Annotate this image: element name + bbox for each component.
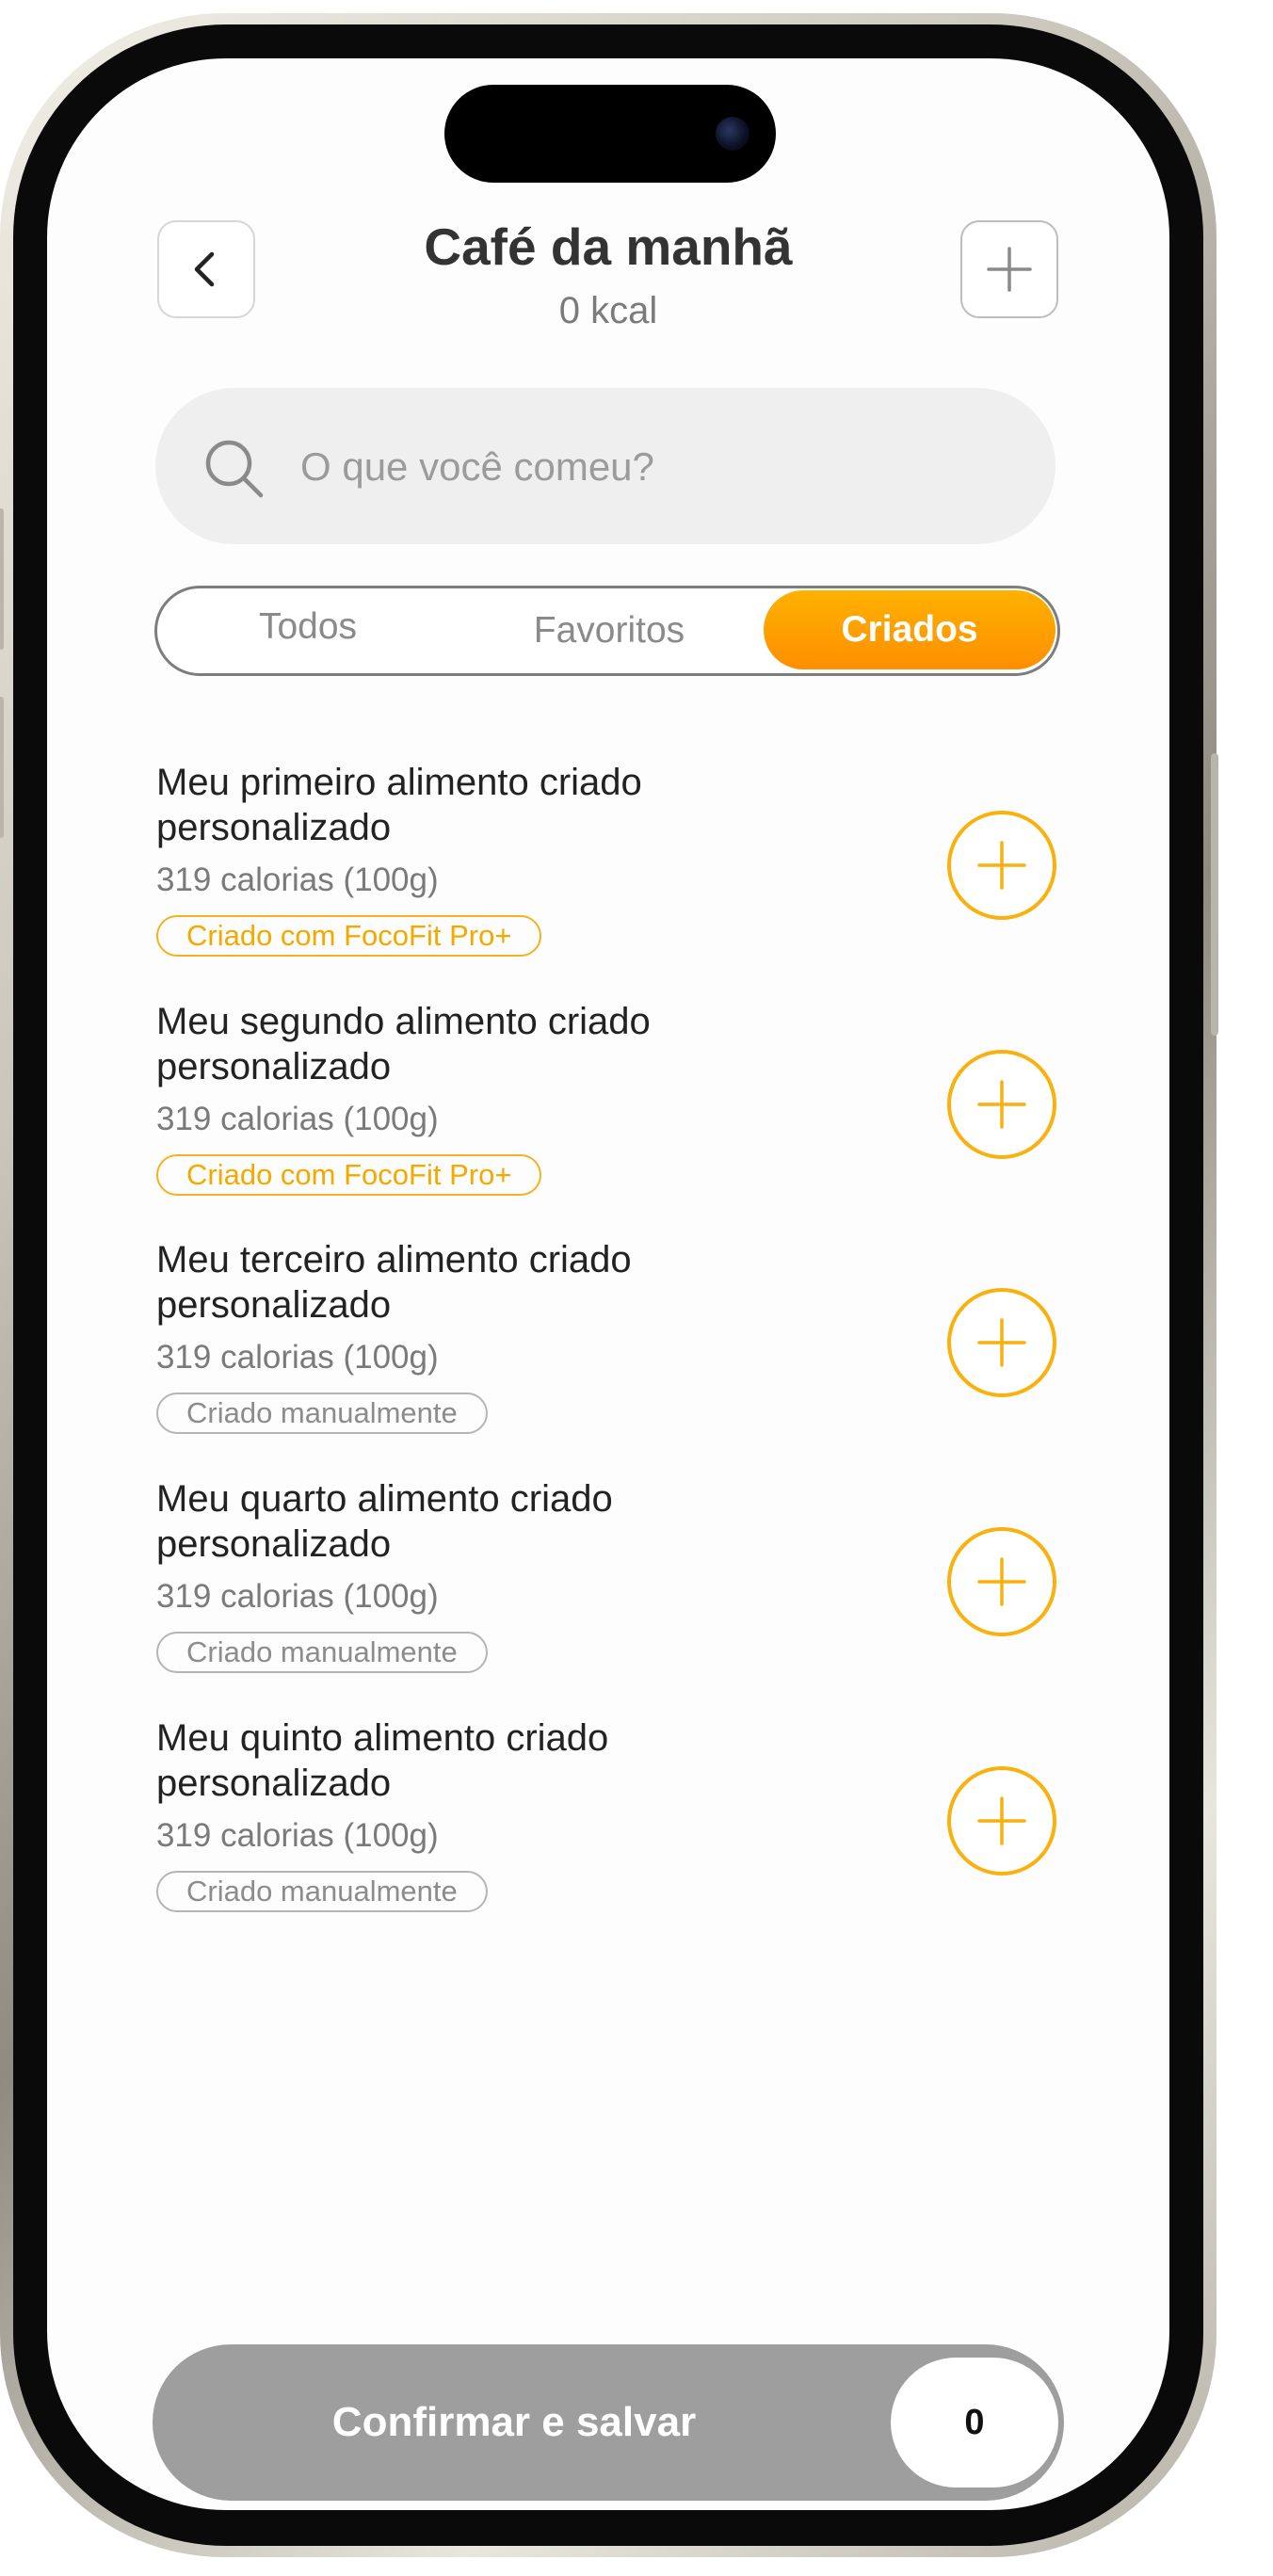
food-badge: Criado manualmente	[156, 1871, 488, 1912]
search-input[interactable]	[298, 433, 1018, 501]
food-list-item: Meu segundo alimento criado personalizad…	[156, 999, 1060, 1225]
add-food-button[interactable]	[947, 1527, 1056, 1636]
plus-icon	[977, 1318, 1026, 1367]
food-calories: 319 calorias (100g)	[156, 1578, 439, 1615]
food-name: Meu terceiro alimento criado personaliza…	[156, 1239, 632, 1326]
add-food-button[interactable]	[947, 1766, 1056, 1876]
plus-icon	[987, 247, 1032, 292]
food-badge: Criado com FocoFit Pro+	[156, 915, 542, 957]
food-badge: Criado manualmente	[156, 1393, 488, 1434]
tab-criados[interactable]: Criados	[764, 590, 1055, 669]
food-badge: Criado manualmente	[156, 1632, 488, 1673]
search-icon	[205, 440, 264, 498]
food-list-item: Meu terceiro alimento criado personaliza…	[156, 1237, 1060, 1463]
plus-icon	[977, 1557, 1026, 1606]
food-calories: 319 calorias (100g)	[156, 861, 439, 898]
plus-icon	[977, 1796, 1026, 1845]
search-box[interactable]	[155, 388, 1055, 544]
food-name: Meu primeiro alimento criado personaliza…	[156, 762, 642, 848]
add-button[interactable]	[960, 220, 1058, 318]
confirm-save-label: Confirmar e salvar	[331, 2399, 697, 2445]
add-food-button[interactable]	[947, 1288, 1056, 1397]
side-button	[1211, 753, 1218, 1036]
volume-up-button	[0, 508, 4, 650]
food-list-item: Meu quarto alimento criado personalizado…	[156, 1476, 1060, 1702]
dynamic-island	[444, 85, 776, 183]
food-calories: 319 calorias (100g)	[156, 1817, 439, 1854]
food-badge: Criado com FocoFit Pro+	[156, 1154, 542, 1196]
add-food-button[interactable]	[947, 811, 1056, 920]
food-name: Meu quinto alimento criado personalizado	[156, 1717, 609, 1804]
food-calories: 319 calorias (100g)	[156, 1339, 439, 1376]
food-name: Meu quarto alimento criado personalizado	[156, 1478, 613, 1565]
camera-lens	[716, 117, 749, 151]
add-food-button[interactable]	[947, 1050, 1056, 1159]
volume-down-button	[0, 697, 4, 838]
food-name: Meu segundo alimento criado personalizad…	[156, 1001, 651, 1087]
tab-favoritos[interactable]: Favoritos	[468, 588, 750, 673]
app-screen: Café da manhã 0 kcal Todos Favoritos Cri…	[47, 58, 1169, 2510]
confirm-save-button[interactable]: Confirmar e salvar 0	[153, 2344, 1064, 2501]
plus-icon	[977, 841, 1026, 890]
tab-todos[interactable]: Todos	[157, 585, 459, 669]
selected-count-badge: 0	[891, 2358, 1058, 2487]
plus-icon	[977, 1080, 1026, 1129]
food-list-item: Meu quinto alimento criado personalizado…	[156, 1715, 1060, 1941]
food-list-item: Meu primeiro alimento criado personaliza…	[156, 760, 1060, 986]
filter-tabs: Todos Favoritos Criados	[154, 586, 1060, 676]
food-calories: 319 calorias (100g)	[156, 1101, 439, 1137]
